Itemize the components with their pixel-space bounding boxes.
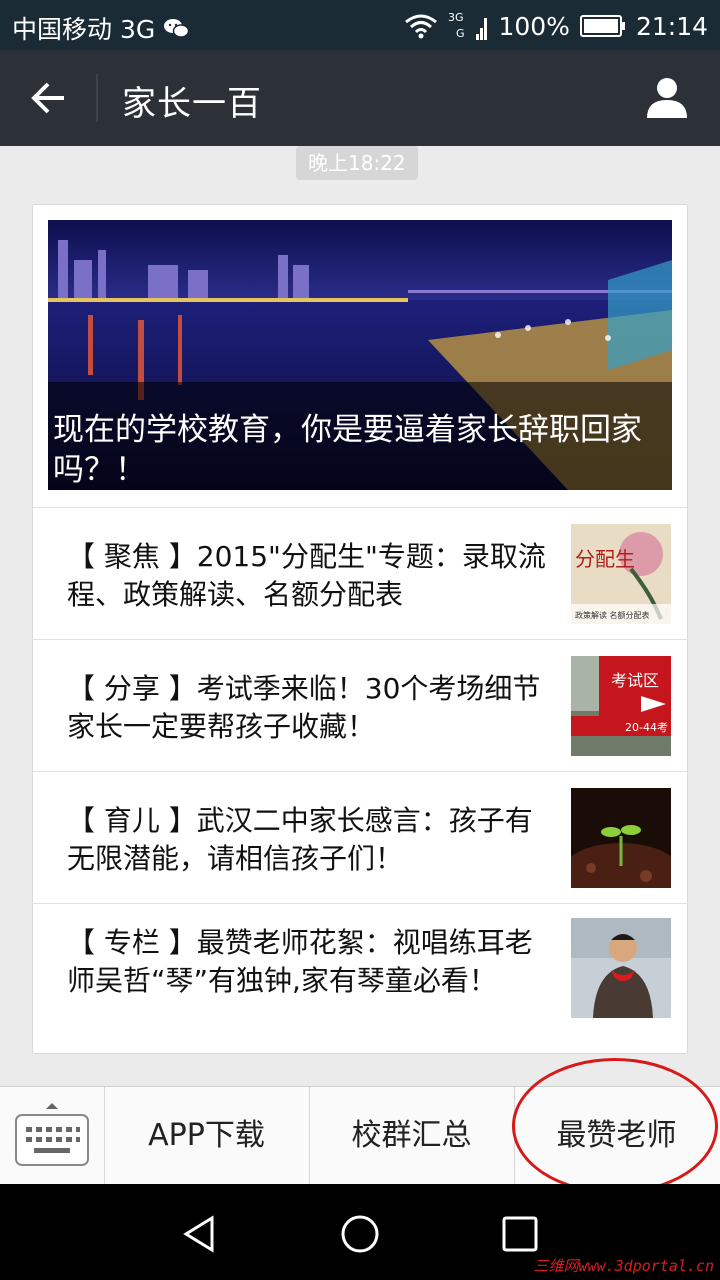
network-badge-bottom: G — [456, 27, 465, 40]
system-nav-bar: 三维网www.3dportal.cn — [0, 1184, 720, 1280]
hero-article[interactable]: 现在的学校教育，你是要逼着家长辞职回家吗？！ — [48, 220, 672, 490]
header-divider — [96, 74, 98, 122]
back-arrow-icon[interactable] — [24, 76, 72, 120]
article-item-2[interactable]: 【 分享 】考试季来临！30个考场细节家长一定要帮孩子收藏！ 考试区 20-44… — [33, 639, 687, 772]
keyboard-toggle-button[interactable] — [0, 1087, 105, 1185]
square-recent-icon[interactable] — [498, 1212, 542, 1256]
article-title-2: 【 分享 】考试季来临！30个考场细节家长一定要帮孩子收藏！ — [67, 672, 541, 743]
signal-icon: 3G G — [448, 10, 488, 42]
article-item-1[interactable]: 【 聚焦 】2015"分配生"专题：录取流程、政策解读、名额分配表 分配生 政策… — [33, 507, 687, 640]
svg-text:考试区: 考试区 — [611, 671, 659, 690]
hero-title: 现在的学校教育，你是要逼着家长辞职回家吗？！ — [53, 412, 642, 488]
status-bar: 中国移动 3G 3G G 100% 21:14 — [0, 0, 720, 50]
article-title-3: 【 育儿 】武汉二中家长感言：孩子有无限潜能，请相信孩子们！ — [67, 804, 533, 875]
network-badge-top: 3G — [448, 11, 464, 24]
highlight-circle-annotation — [512, 1058, 718, 1194]
article-thumb-1: 分配生 政策解读 名额分配表 — [571, 524, 671, 624]
circle-home-icon[interactable] — [338, 1212, 382, 1256]
svg-text:政策解读 名额分配表: 政策解读 名额分配表 — [575, 610, 650, 620]
article-thumb-4 — [571, 918, 671, 1018]
article-title-4: 【 专栏 】最赞老师花絮：视唱练耳老师吴哲“琴”有独钟,家有琴童必看！ — [67, 926, 533, 997]
battery-percent: 100% — [498, 11, 570, 41]
triangle-back-icon[interactable] — [178, 1212, 222, 1256]
header-title: 家长一百 — [122, 84, 262, 124]
article-title-1: 【 聚焦 】2015"分配生"专题：录取流程、政策解读、名额分配表 — [67, 540, 546, 611]
svg-text:分配生: 分配生 — [575, 547, 635, 571]
svg-text:20-44考: 20-44考 — [625, 721, 668, 734]
wechat-icon — [164, 19, 190, 38]
article-item-4[interactable]: 【 专栏 】最赞老师花絮：视唱练耳老师吴哲“琴”有独钟,家有琴童必看！ — [33, 903, 687, 1052]
watermark: 三维网www.3dportal.cn — [533, 1257, 714, 1275]
keyboard-icon — [15, 1103, 89, 1166]
clock: 21:14 — [635, 11, 708, 41]
person-icon[interactable] — [644, 74, 690, 120]
menu-app-download[interactable]: APP下载 — [104, 1087, 310, 1185]
status-right: 3G G 100% 21:14 — [404, 10, 708, 42]
battery-icon — [579, 15, 625, 37]
chat-header: 家长一百 — [0, 50, 720, 146]
menu-school-groups[interactable]: 校群汇总 — [309, 1087, 515, 1185]
message-timestamp: 晚上18:22 — [296, 146, 418, 180]
wifi-icon — [405, 14, 438, 39]
carrier-label: 中国移动 3G — [12, 15, 156, 44]
article-item-3[interactable]: 【 育儿 】武汉二中家长感言：孩子有无限潜能，请相信孩子们！ — [33, 771, 687, 904]
article-thumb-2: 考试区 20-44考 — [571, 656, 671, 756]
status-left: 中国移动 3G — [12, 10, 190, 46]
article-thumb-3 — [571, 788, 671, 888]
article-card: 现在的学校教育，你是要逼着家长辞职回家吗？！ 【 聚焦 】2015"分配生"专题… — [32, 204, 688, 1054]
